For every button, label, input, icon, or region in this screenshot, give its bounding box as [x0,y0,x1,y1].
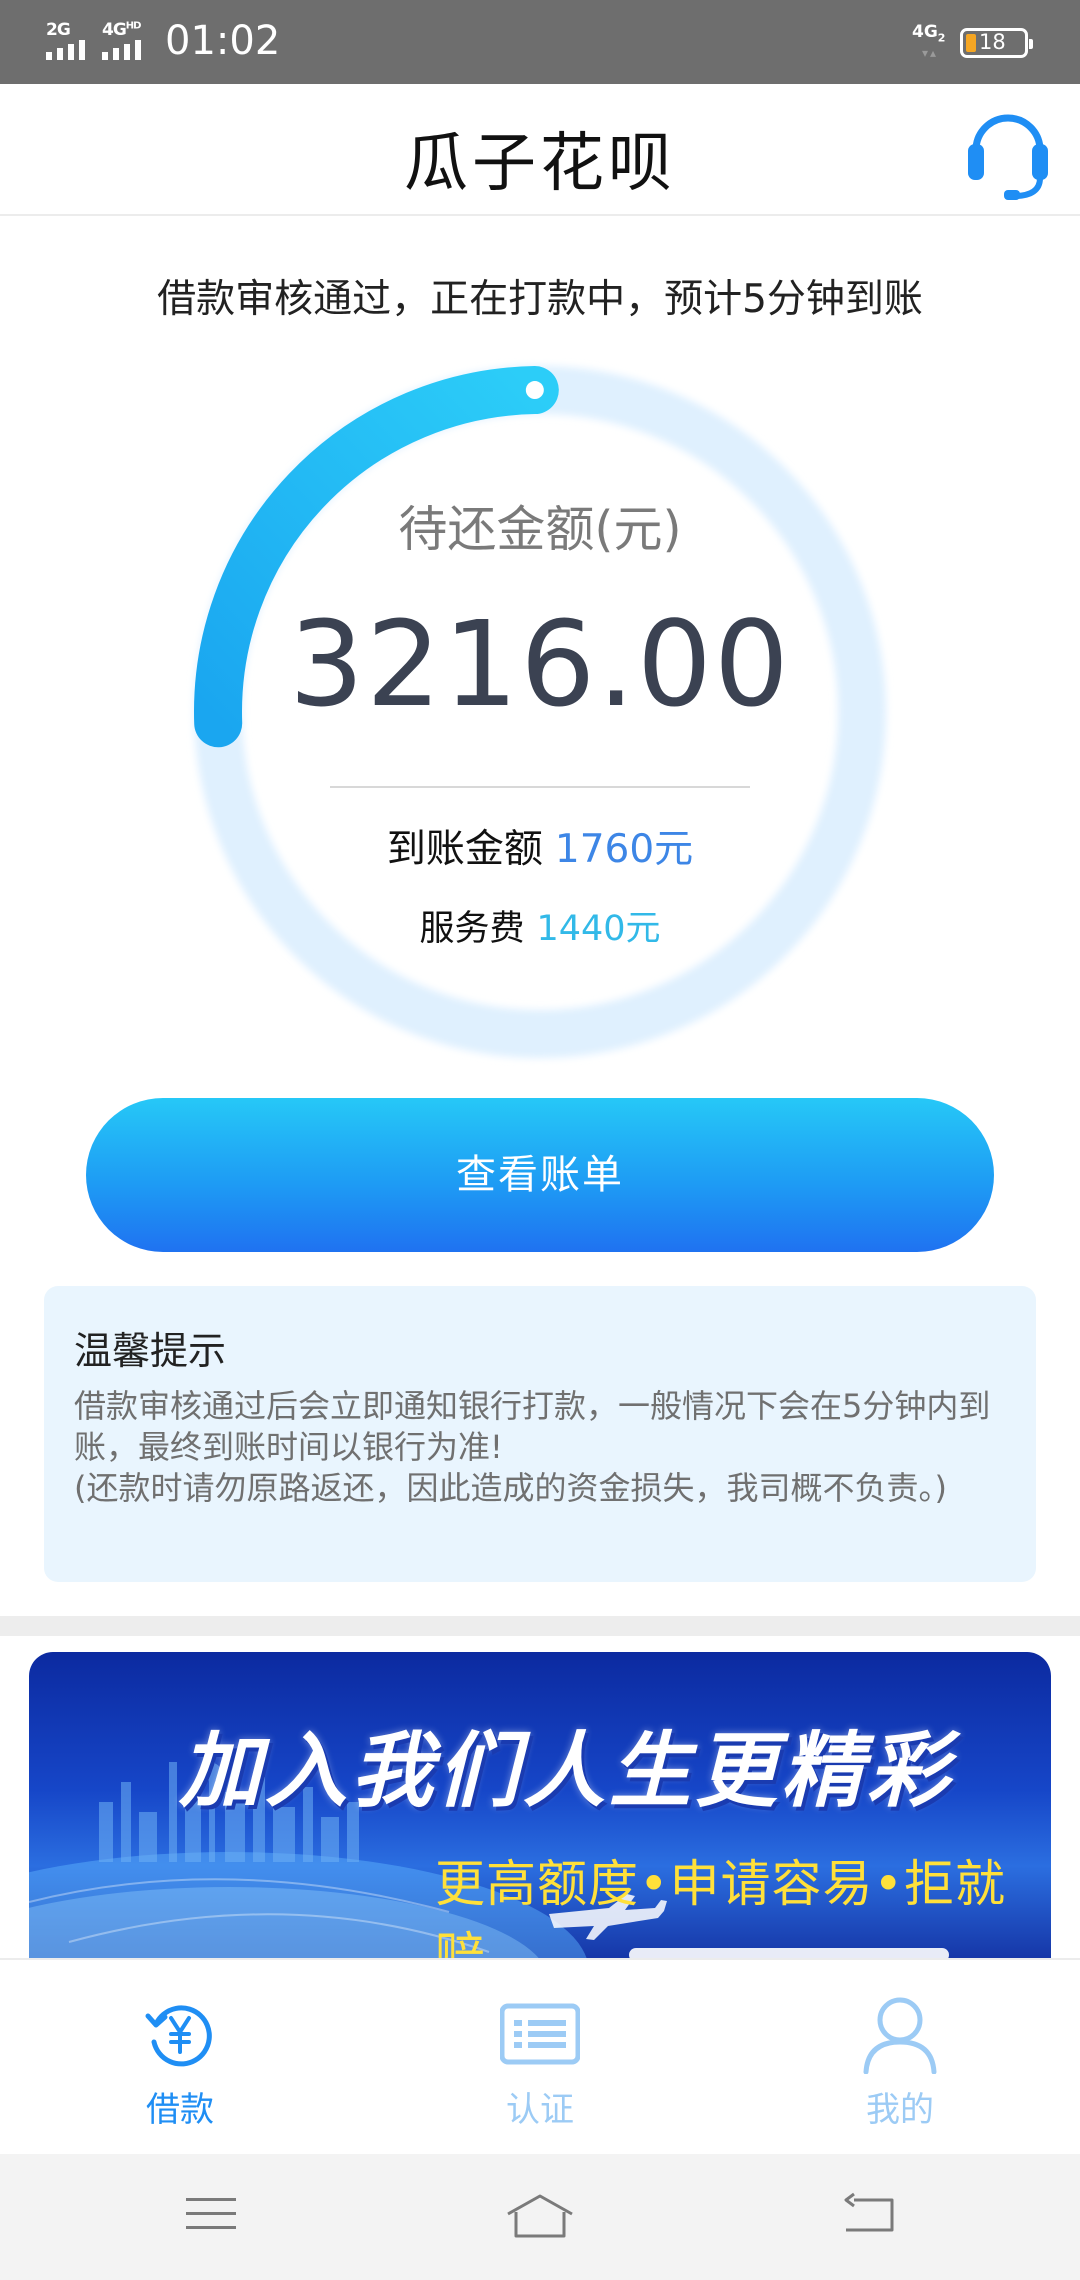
system-navigation-bar [0,2154,1080,2280]
banner-title: 加入我们人生更精彩 [179,1724,953,1819]
tab-mine[interactable]: 我的 [800,1960,1000,2156]
back-icon[interactable] [842,2192,896,2236]
divider [330,786,750,788]
promo-banner[interactable]: 加入我们人生更精彩 更高额度•申请容易•拒就赔 [29,1652,1051,1958]
service-fee-value: 1440元 [536,909,661,949]
tab-label: 我的 [866,2090,934,2130]
tips-card: 温馨提示 借款审核通过后会立即通知银行打款，一般情况下会在5分钟内到账，最终到账… [44,1286,1036,1582]
page-title: 瓜子花呗 [404,127,676,201]
amount-due-value: 3216.00 [289,595,791,733]
arrival-amount: 到账金额 1760元 [0,818,1080,874]
tips-body: 借款审核通过后会立即通知银行打款，一般情况下会在5分钟内到账，最终到账时间以银行… [74,1386,1014,1509]
service-fee: 服务费 1440元 [0,900,1080,951]
section-divider [0,1616,1080,1636]
home-icon[interactable] [504,2192,576,2242]
arrival-amount-value: 1760元 [554,827,694,872]
user-icon [863,1997,937,2074]
bottom-tab-bar: 借款 认证 我的 [0,1958,1080,2154]
network-type-icon: 4G2 ▾▴ [912,22,946,60]
amount-due-label: 待还金额(元) [398,501,682,558]
tips-title: 温馨提示 [74,1329,227,1373]
customer-service-headset-icon[interactable] [962,100,1054,200]
id-card-icon [500,2003,580,2065]
loan-yen-icon [145,2005,212,2067]
app-header: 瓜子花呗 [0,84,1080,216]
menu-icon[interactable] [184,2192,238,2236]
battery-icon: 18 [960,28,1033,58]
arrival-amount-label: 到账金额 [386,827,543,872]
tab-label: 借款 [146,2090,214,2130]
service-fee-label: 服务费 [419,909,525,949]
status-bar: 2G 4GHD 01:02 4G2 ▾▴ 18 [0,0,1080,84]
ring-progress-knob [525,381,544,400]
banner-subtitle: 更高额度•申请容易•拒就赔 [435,1855,1006,1958]
tips-line: 借款审核通过后会立即通知银行打款，一般情况下会在5分钟内到账，最终到账时间以银行… [74,1387,991,1466]
tips-line: (还款时请勿原路返还，因此造成的资金损失，我司概不负责。) [74,1469,947,1507]
tab-loan[interactable]: 借款 [80,1960,280,2156]
view-bill-button[interactable]: 查看账单 [86,1098,994,1252]
loan-status-notice: 借款审核通过，正在打款中，预计5分钟到账 [157,277,923,322]
clock: 01:02 [165,18,281,64]
tab-verify[interactable]: 认证 [440,1960,640,2156]
tab-label: 认证 [506,2090,574,2130]
